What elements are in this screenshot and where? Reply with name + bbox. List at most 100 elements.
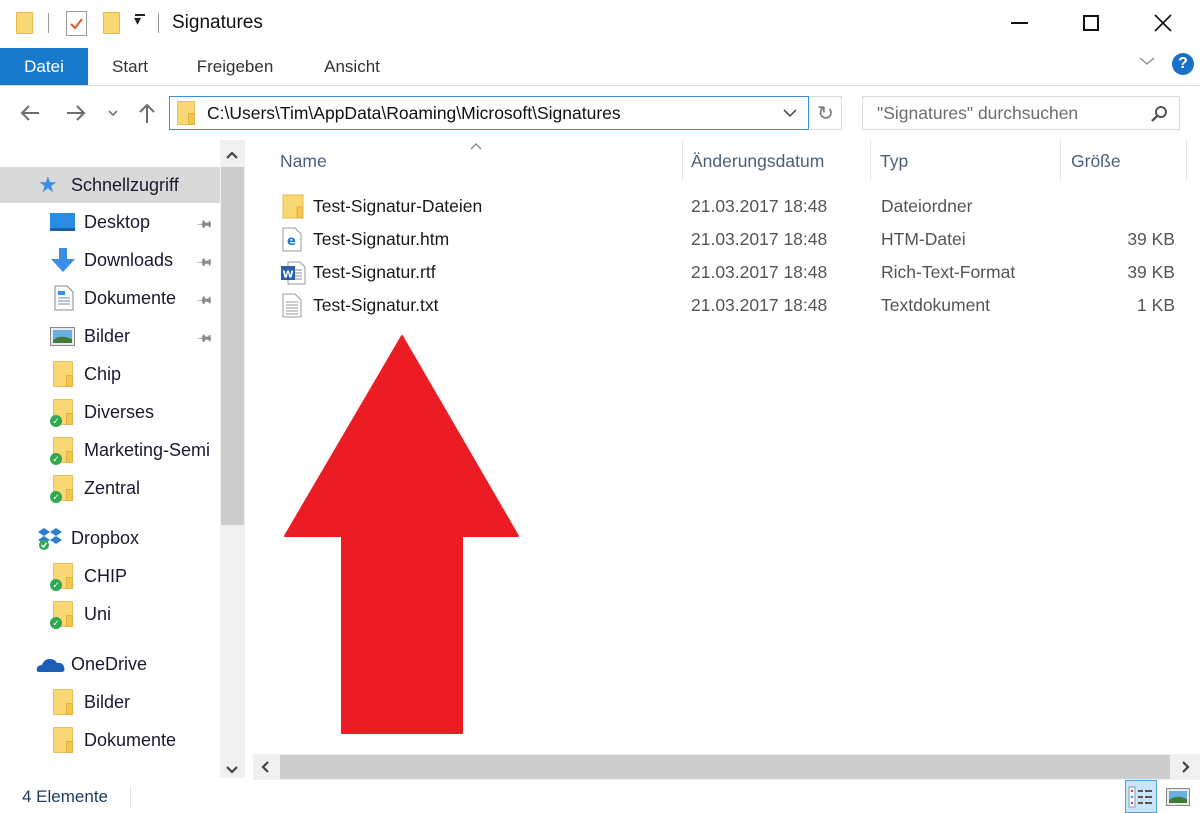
nav-item-marketing[interactable]: ✓ Marketing-Semi <box>0 432 220 468</box>
chevron-right-icon <box>1182 761 1190 773</box>
edge-html-icon: e <box>282 227 302 252</box>
svg-text:W: W <box>283 270 294 281</box>
refresh-button[interactable]: ↻ <box>810 96 842 130</box>
up-button[interactable] <box>135 96 159 135</box>
column-divider[interactable] <box>1060 140 1061 180</box>
sync-check-icon: ✓ <box>50 415 62 427</box>
maximize-button[interactable] <box>1068 0 1114 46</box>
close-icon <box>1154 14 1172 32</box>
nav-item-zentral[interactable]: ✓ Zentral <box>0 470 220 506</box>
scroll-right-button[interactable] <box>1180 760 1192 779</box>
scroll-up-button[interactable] <box>225 147 239 165</box>
nav-item-diverses[interactable]: ✓ Diverses <box>0 394 220 430</box>
nav-item-quick-access[interactable]: ★ Schnellzugriff <box>0 167 220 203</box>
nav-item-onedrive[interactable]: OneDrive <box>0 646 220 682</box>
nav-label: Dropbox <box>71 527 140 548</box>
word-doc-icon: W <box>280 260 306 285</box>
search-input[interactable] <box>877 102 1147 124</box>
column-divider[interactable] <box>1186 140 1187 180</box>
recent-locations-button[interactable] <box>107 106 119 124</box>
annotation-arrow-up-icon <box>284 335 519 734</box>
arrow-left-icon <box>20 105 39 121</box>
details-view-button[interactable] <box>1125 780 1157 813</box>
minimize-icon <box>1010 22 1028 24</box>
pin-icon[interactable]: 🖈 <box>191 212 217 238</box>
column-header-name[interactable]: Name <box>280 140 327 182</box>
nav-item-chip[interactable]: Chip <box>0 356 220 392</box>
nav-item-dropbox[interactable]: Dropbox <box>0 520 220 556</box>
documents-icon <box>54 285 74 311</box>
back-button[interactable] <box>18 96 42 137</box>
tab-freigeben[interactable]: Freigeben <box>180 48 290 85</box>
pin-icon[interactable]: 🖈 <box>191 250 217 276</box>
ribbon-tabs: Datei Start Freigeben Ansicht ? <box>0 48 1200 86</box>
item-count: 4 Elemente <box>22 787 108 806</box>
file-row[interactable]: Test-Signatur.txt 21.03.2017 18:48 Textd… <box>270 289 1185 322</box>
pin-icon[interactable]: 🖈 <box>191 288 217 314</box>
file-date: 21.03.2017 18:48 <box>691 229 828 249</box>
nav-item-chip-dropbox[interactable]: ✓ CHIP <box>0 558 220 594</box>
nav-label: Dokumente <box>84 287 177 308</box>
nav-item-uni[interactable]: ✓ Uni <box>0 596 220 632</box>
folder-icon <box>177 101 195 125</box>
file-row[interactable]: Test-Signatur-Dateien 21.03.2017 18:48 D… <box>270 190 1185 223</box>
column-divider[interactable] <box>682 140 683 180</box>
nav-item-desktop[interactable]: Desktop 🖈 <box>0 204 220 240</box>
nav-item-downloads[interactable]: Downloads 🖈 <box>0 242 220 278</box>
arrow-right-icon <box>67 105 86 121</box>
folder-icon <box>282 194 304 219</box>
nav-item-documents[interactable]: Dokumente 🖈 <box>0 280 220 316</box>
refresh-icon: ↻ <box>817 102 834 125</box>
file-name: Test-Signatur-Dateien <box>313 196 483 216</box>
column-header-size[interactable]: Größe <box>1071 140 1121 182</box>
expand-ribbon-button[interactable] <box>1138 54 1156 72</box>
nav-item-onedrive-bilder[interactable]: Bilder <box>0 684 220 720</box>
pictures-icon <box>50 327 75 346</box>
help-icon[interactable]: ? <box>1172 53 1194 75</box>
chevron-down-icon <box>1139 57 1155 66</box>
tab-datei[interactable]: Datei <box>0 48 88 85</box>
file-size: 1 KB <box>1137 295 1175 315</box>
folder-icon <box>53 361 73 387</box>
file-row[interactable]: W Test-Signatur.rtf 21.03.2017 18:48 Ric… <box>270 256 1185 289</box>
scroll-down-button[interactable] <box>225 762 239 780</box>
sync-check-icon: ✓ <box>50 453 62 465</box>
nav-label: OneDrive <box>71 653 148 674</box>
forward-button[interactable] <box>64 96 88 137</box>
pin-icon[interactable]: 🖈 <box>191 326 217 352</box>
column-header-type[interactable]: Typ <box>880 140 908 182</box>
text-file-icon <box>282 293 302 318</box>
nav-scrollbar-thumb[interactable] <box>221 167 244 525</box>
address-dropdown-button[interactable] <box>782 106 798 125</box>
tab-start[interactable]: Start <box>96 48 164 85</box>
chevron-left-icon <box>261 761 269 773</box>
minimize-button[interactable] <box>996 0 1042 46</box>
chevron-up-icon <box>226 151 238 159</box>
details-view-icon <box>1128 786 1152 807</box>
tab-ansicht[interactable]: Ansicht <box>306 48 398 85</box>
address-bar[interactable]: C:\Users\Tim\AppData\Roaming\Microsoft\S… <box>169 96 809 130</box>
sort-ascending-icon <box>469 138 483 156</box>
nav-item-onedrive-dokumente[interactable]: Dokumente <box>0 722 220 758</box>
search-box[interactable] <box>862 96 1180 130</box>
nav-label: Bilder <box>84 691 131 712</box>
column-header-date[interactable]: Änderungsdatum <box>691 140 824 182</box>
file-row[interactable]: e Test-Signatur.htm 21.03.2017 18:48 HTM… <box>270 223 1185 256</box>
file-list-scrollbar-thumb[interactable] <box>280 755 1170 779</box>
folder-icon <box>16 12 33 34</box>
search-icon[interactable] <box>1149 104 1169 124</box>
new-folder-icon[interactable] <box>103 12 120 34</box>
arrow-up-icon <box>139 103 155 123</box>
file-date: 21.03.2017 18:48 <box>691 295 828 315</box>
address-path[interactable]: C:\Users\Tim\AppData\Roaming\Microsoft\S… <box>207 103 621 124</box>
nav-label: Desktop <box>84 211 151 232</box>
nav-label: Dokumente <box>84 729 177 750</box>
maximize-icon <box>1083 15 1099 31</box>
column-divider[interactable] <box>870 140 871 180</box>
nav-item-pictures[interactable]: Bilder 🖈 <box>0 318 220 354</box>
properties-icon[interactable] <box>66 11 87 36</box>
nav-label: CHIP <box>84 565 128 586</box>
scroll-left-button[interactable] <box>259 760 271 779</box>
large-icons-view-button[interactable] <box>1162 780 1194 813</box>
close-button[interactable] <box>1140 0 1186 46</box>
